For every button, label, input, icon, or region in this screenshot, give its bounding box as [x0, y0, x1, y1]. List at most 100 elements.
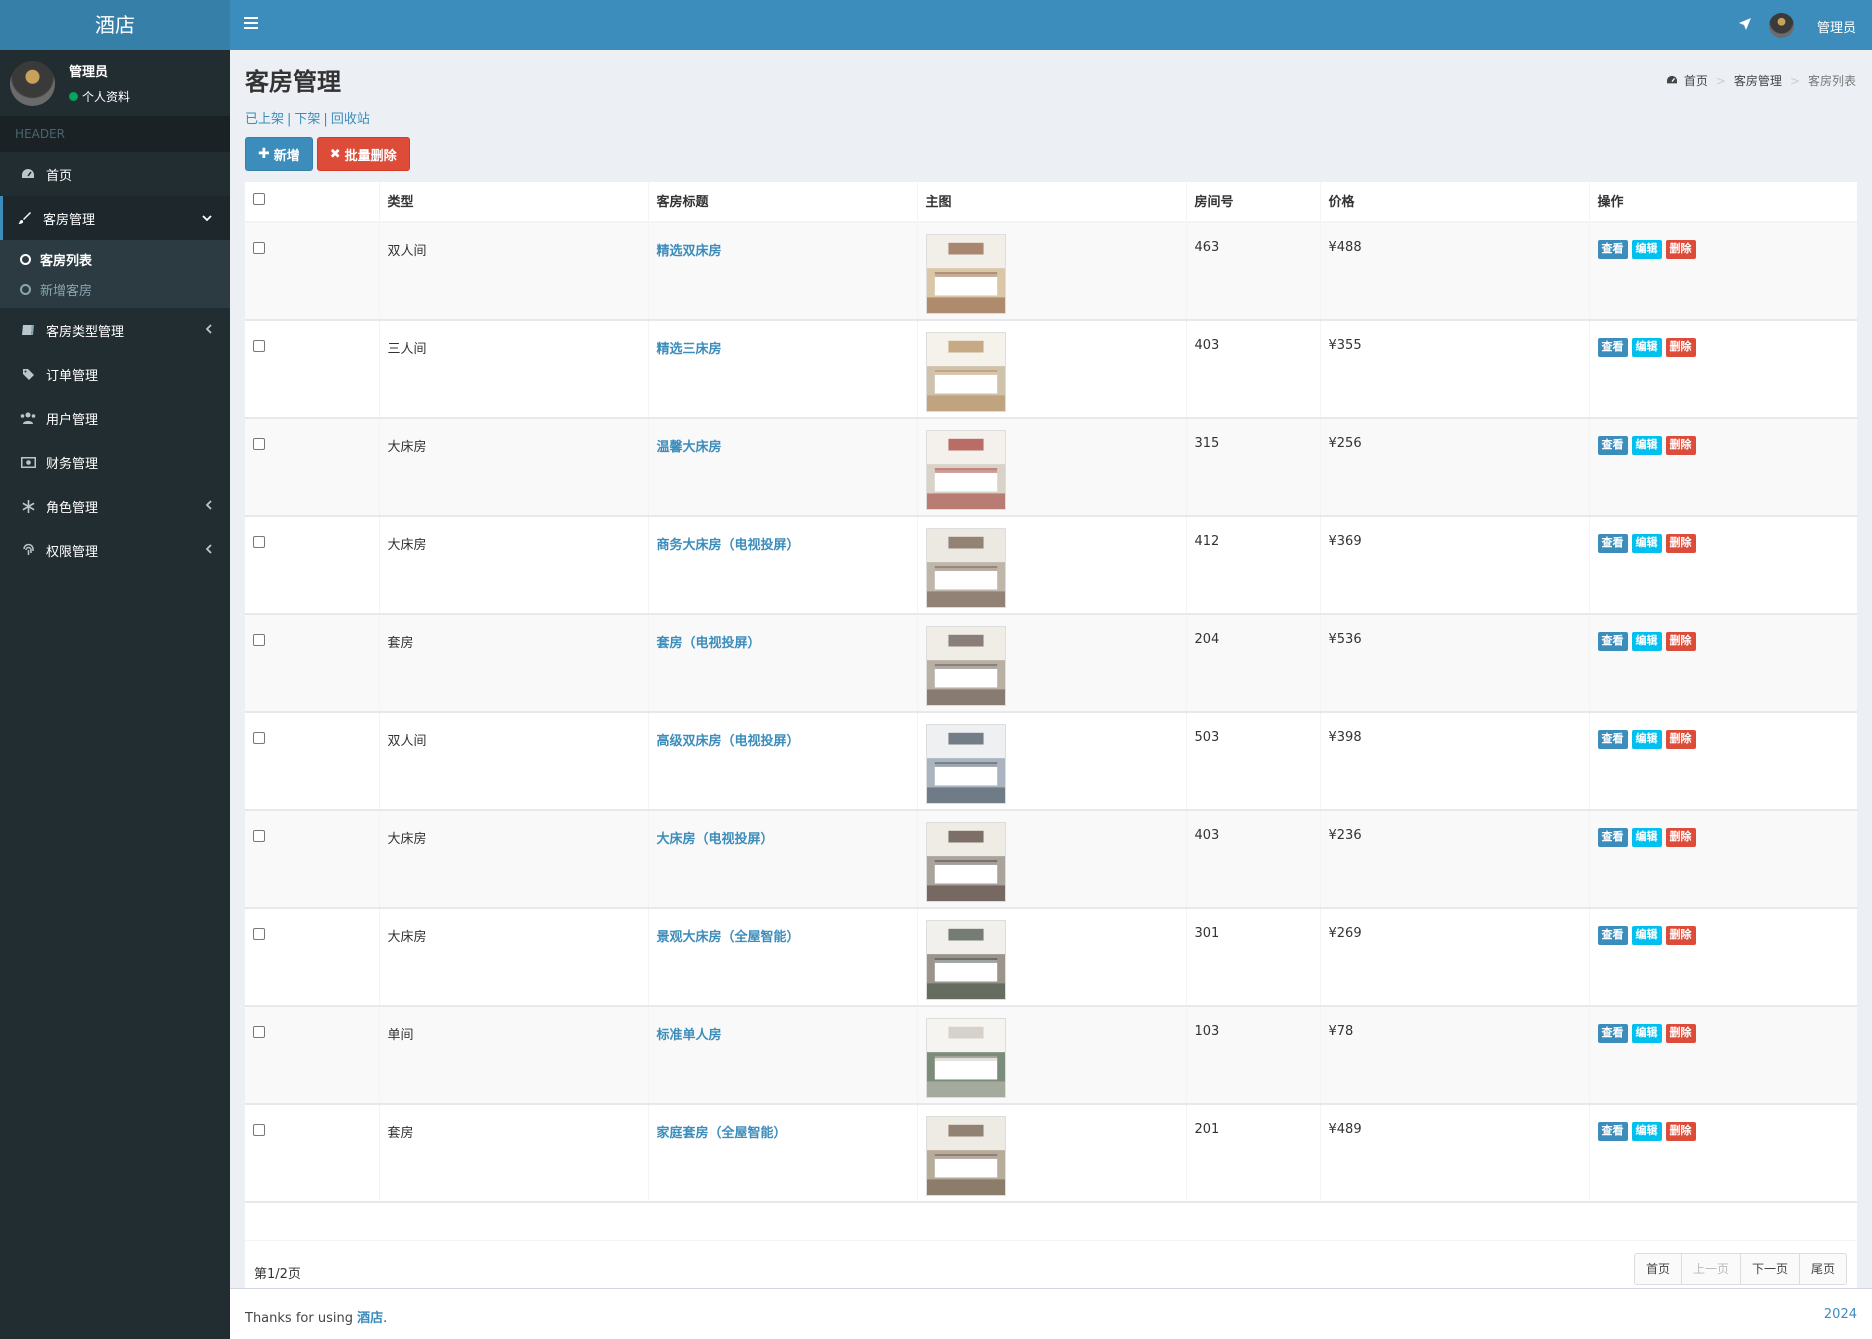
add-button[interactable]: ✚ 新增 [245, 137, 313, 171]
sidebar-item-rooms[interactable]: 客房管理 [0, 196, 230, 240]
page-next-button[interactable]: 下一页 [1739, 1253, 1800, 1285]
room-title-link[interactable]: 商务大床房（电视投屏） [657, 538, 800, 553]
breadcrumb-rooms[interactable]: 客房管理 [1734, 72, 1782, 89]
room-title-link[interactable]: 大床房（电视投屏） [657, 832, 774, 847]
room-title-link[interactable]: 精选三床房 [657, 342, 722, 357]
room-thumbnail[interactable] [925, 430, 1006, 510]
row-checkbox[interactable] [253, 1124, 265, 1136]
edit-button[interactable]: 编辑 [1631, 1024, 1662, 1043]
cell-price: ¥489 [1320, 1104, 1590, 1203]
row-checkbox[interactable] [253, 830, 265, 842]
user-status[interactable]: 个人资料 [69, 88, 130, 105]
delete-button[interactable]: 删除 [1665, 534, 1696, 553]
edit-button[interactable]: 编辑 [1631, 1122, 1662, 1141]
view-button[interactable]: 查看 [1597, 436, 1628, 455]
edit-button[interactable]: 编辑 [1631, 926, 1662, 945]
row-checkbox[interactable] [253, 1026, 265, 1038]
link-delisted[interactable]: 下架 [294, 112, 320, 127]
room-thumbnail[interactable] [925, 920, 1006, 1000]
room-thumbnail[interactable] [925, 822, 1006, 902]
edit-button[interactable]: 编辑 [1631, 338, 1662, 357]
row-checkbox[interactable] [253, 242, 265, 254]
row-checkbox[interactable] [253, 536, 265, 548]
close-icon: ✖ [329, 146, 341, 162]
view-button[interactable]: 查看 [1597, 828, 1628, 847]
room-thumbnail[interactable] [925, 1018, 1006, 1098]
delete-button[interactable]: 删除 [1665, 338, 1696, 357]
select-all-checkbox[interactable] [253, 193, 265, 205]
delete-button[interactable]: 删除 [1665, 240, 1696, 259]
room-title-link[interactable]: 套房（电视投屏） [657, 636, 761, 651]
sidebar-item-home[interactable]: 首页 [0, 152, 230, 196]
edit-button[interactable]: 编辑 [1631, 632, 1662, 651]
room-title-link[interactable]: 标准单人房 [657, 1028, 722, 1043]
edit-button[interactable]: 编辑 [1631, 534, 1662, 553]
edit-button[interactable]: 编辑 [1631, 240, 1662, 259]
cell-room-number: 204 [1186, 614, 1321, 713]
page-last-button[interactable]: 尾页 [1798, 1253, 1847, 1285]
submenu-item-room-list[interactable]: 客房列表 [0, 244, 230, 274]
table-row: 套房 套房（电视投屏） 204 ¥536 查看 编辑 删除 [245, 614, 1857, 713]
sidebar-item-finance[interactable]: 财务管理 [0, 440, 230, 484]
delete-button[interactable]: 删除 [1665, 926, 1696, 945]
room-thumbnail[interactable] [925, 626, 1006, 706]
user-profile-link[interactable]: 个人资料 [82, 88, 130, 105]
delete-button[interactable]: 删除 [1665, 1024, 1696, 1043]
view-button[interactable]: 查看 [1597, 632, 1628, 651]
link-listed[interactable]: 已上架 [245, 112, 284, 127]
cell-select [245, 810, 380, 909]
delete-button[interactable]: 删除 [1665, 1122, 1696, 1141]
footer-brand-link[interactable]: 酒店 [357, 1311, 383, 1326]
delete-button[interactable]: 删除 [1665, 730, 1696, 749]
sidebar-item-users[interactable]: 用户管理 [0, 396, 230, 440]
edit-button[interactable]: 编辑 [1631, 730, 1662, 749]
sidebar-item-orders[interactable]: 订单管理 [0, 352, 230, 396]
view-button[interactable]: 查看 [1597, 730, 1628, 749]
delete-button[interactable]: 删除 [1665, 828, 1696, 847]
edit-button[interactable]: 编辑 [1631, 828, 1662, 847]
submenu-item-add-room[interactable]: 新增客房 [0, 274, 230, 304]
room-thumbnail[interactable] [925, 528, 1006, 608]
room-title-link[interactable]: 景观大床房（全屋智能） [657, 930, 800, 945]
top-user-avatar[interactable] [1769, 13, 1794, 38]
room-thumbnail[interactable] [925, 332, 1006, 412]
sidebar-item-permissions[interactable]: 权限管理 [0, 528, 230, 572]
room-thumbnail[interactable] [925, 1116, 1006, 1196]
cell-room-number: 463 [1186, 222, 1321, 321]
page-prev-button[interactable]: 上一页 [1680, 1253, 1741, 1285]
room-title-link[interactable]: 精选双床房 [657, 244, 722, 259]
top-user-name[interactable]: 管理员 [1817, 17, 1856, 36]
cell-room-number: 201 [1186, 1104, 1321, 1203]
sidebar-item-room-types[interactable]: 客房类型管理 [0, 308, 230, 352]
users-icon [20, 410, 36, 426]
view-button[interactable]: 查看 [1597, 1024, 1628, 1043]
cell-room-number: 403 [1186, 810, 1321, 909]
sidebar-toggle-icon[interactable] [244, 17, 258, 31]
delete-button[interactable]: 删除 [1665, 632, 1696, 651]
row-checkbox[interactable] [253, 438, 265, 450]
app-logo[interactable]: 酒店 [0, 0, 230, 50]
view-button[interactable]: 查看 [1597, 1122, 1628, 1141]
view-button[interactable]: 查看 [1597, 338, 1628, 357]
row-checkbox[interactable] [253, 928, 265, 940]
delete-button[interactable]: 删除 [1665, 436, 1696, 455]
sidebar-item-roles[interactable]: 角色管理 [0, 484, 230, 528]
view-button[interactable]: 查看 [1597, 240, 1628, 259]
view-button[interactable]: 查看 [1597, 534, 1628, 553]
room-thumbnail[interactable] [925, 234, 1006, 314]
row-checkbox[interactable] [253, 732, 265, 744]
edit-button[interactable]: 编辑 [1631, 436, 1662, 455]
row-checkbox[interactable] [253, 340, 265, 352]
view-button[interactable]: 查看 [1597, 926, 1628, 945]
room-title-link[interactable]: 高级双床房（电视投屏） [657, 734, 800, 749]
room-title-link[interactable]: 家庭套房（全屋智能） [657, 1126, 787, 1141]
page-first-button[interactable]: 首页 [1633, 1253, 1682, 1285]
row-checkbox[interactable] [253, 634, 265, 646]
link-recycle-bin[interactable]: 回收站 [331, 112, 370, 127]
cell-type: 大床房 [379, 418, 649, 517]
breadcrumb-home[interactable]: 首页 [1684, 72, 1708, 89]
room-thumbnail[interactable] [925, 724, 1006, 804]
batch-delete-button[interactable]: ✖ 批量删除 [316, 137, 410, 171]
location-arrow-icon[interactable] [1738, 17, 1752, 35]
room-title-link[interactable]: 温馨大床房 [657, 440, 722, 455]
